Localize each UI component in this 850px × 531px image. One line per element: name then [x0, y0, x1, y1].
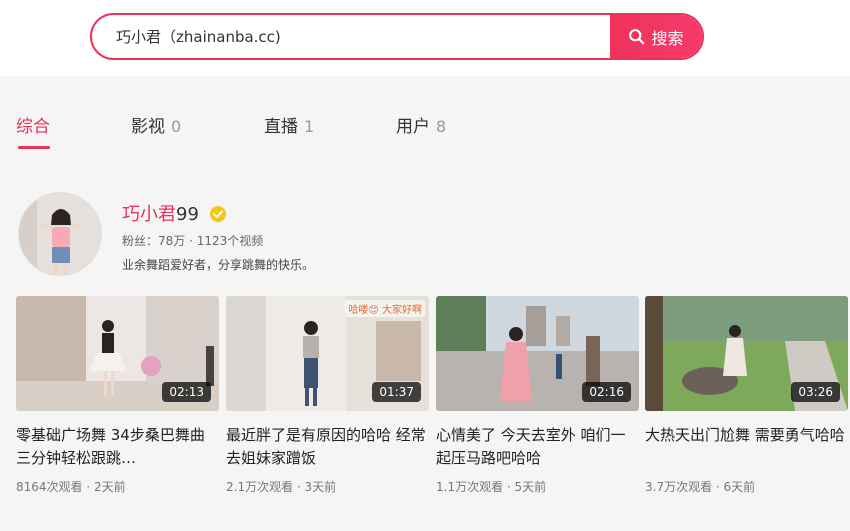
tab-users[interactable]: 用户 8 [396, 112, 446, 137]
top-bar: 搜索 [0, 0, 850, 76]
video-meta: 1.1万次观看 · 5天前 [436, 480, 547, 494]
video-thumbnail[interactable]: 03:26 [645, 296, 848, 411]
video-card[interactable]: 03:26 大热天出门尬舞 需要勇气哈哈 3.7万次观看 · 6天前 [645, 296, 848, 495]
video-duration: 02:16 [582, 382, 631, 402]
video-card[interactable]: 02:16 心情美了 今天去室外 咱们一起压马路吧哈哈 1.1万次观看 · 5天… [436, 296, 639, 495]
tab-videos-label: 影视 [131, 117, 165, 137]
video-duration: 03:26 [791, 382, 840, 402]
video-meta: 3.7万次观看 · 6天前 [645, 480, 756, 494]
video-thumbnail[interactable]: 02:16 [436, 296, 639, 411]
video-title[interactable]: 最近胖了是有原因的哈哈 经常去姐妹家蹭饭 [226, 424, 429, 470]
tab-all[interactable]: 综合 [16, 112, 50, 137]
video-meta: 2.1万次观看 · 3天前 [226, 480, 337, 494]
video-card[interactable]: 哈喽😊 大家好啊 01:37 最近胖了是有原因的哈哈 经常去姐妹家蹭饭 2.1万… [226, 296, 429, 495]
avatar-image [19, 193, 101, 275]
tab-live-label: 直播 [264, 117, 298, 137]
user-stats: 粉丝：78万 · 1123个视频 [122, 234, 264, 248]
result-tabs: 综合 影视 0 直播 1 用户 8 [0, 100, 850, 150]
video-meta: 8164次观看 · 2天前 [16, 480, 126, 494]
video-title[interactable]: 零基础广场舞 34步桑巴舞曲 三分钟轻松跟跳… [16, 424, 219, 470]
video-thumbnail[interactable]: 02:13 [16, 296, 219, 411]
active-tab-indicator [18, 146, 50, 149]
video-card[interactable]: 02:13 零基础广场舞 34步桑巴舞曲 三分钟轻松跟跳… 8164次观看 · … [16, 296, 219, 495]
video-thumbnail[interactable]: 哈喽😊 大家好啊 01:37 [226, 296, 429, 411]
user-name[interactable]: 巧小君99 [122, 200, 227, 226]
search-icon [629, 29, 645, 45]
tab-users-count: 8 [436, 117, 447, 136]
search-button-label: 搜索 [651, 28, 684, 48]
tab-videos[interactable]: 影视 0 [131, 112, 181, 137]
avatar[interactable] [18, 192, 102, 276]
user-name-suffix: 99 [176, 204, 199, 225]
search-box: 搜索 [90, 13, 704, 60]
user-name-main: 巧小君 [122, 204, 176, 225]
video-duration: 01:37 [372, 382, 421, 402]
video-duration: 02:13 [162, 382, 211, 402]
tab-users-label: 用户 [396, 117, 430, 137]
user-result-card[interactable]: 巧小君99 粉丝：78万 · 1123个视频 业余舞蹈爱好者，分享跳舞的快乐。 [18, 192, 838, 276]
thumbnail-overlay-text: 哈喽😊 大家好啊 [345, 300, 425, 317]
search-button[interactable]: 搜索 [610, 15, 702, 58]
video-title[interactable]: 心情美了 今天去室外 咱们一起压马路吧哈哈 [436, 424, 639, 470]
search-input[interactable] [92, 15, 612, 58]
tab-live-count: 1 [304, 117, 315, 136]
verified-badge-icon [209, 206, 226, 222]
tab-live[interactable]: 直播 1 [264, 112, 314, 137]
video-title[interactable]: 大热天出门尬舞 需要勇气哈哈 [645, 424, 848, 470]
user-bio: 业余舞蹈爱好者，分享跳舞的快乐。 [122, 258, 315, 272]
tab-all-label: 综合 [16, 117, 50, 137]
tab-videos-count: 0 [171, 117, 182, 136]
